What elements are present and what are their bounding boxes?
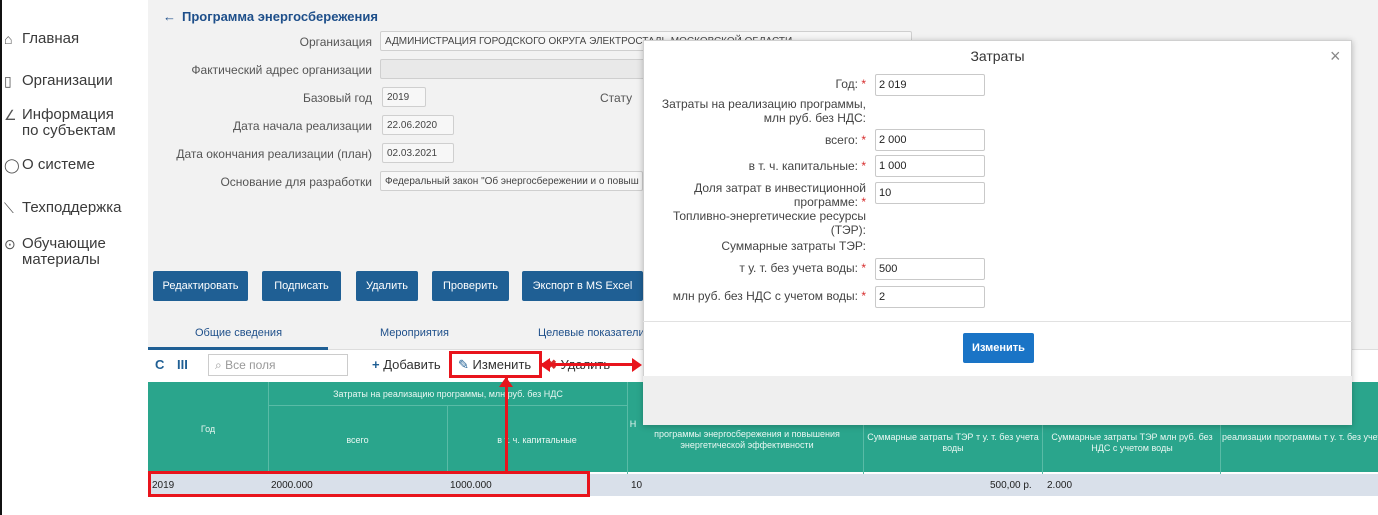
status-label: Стату	[600, 91, 633, 105]
annotation-highlight-change	[449, 351, 542, 378]
ter-heading: Топливно-энергетические ресурсы (ТЭР):	[672, 209, 866, 237]
start-date-label: Дата начала реализации	[232, 119, 372, 133]
refresh-icon[interactable]: C	[155, 357, 164, 372]
building-icon: ▯	[4, 73, 12, 89]
share-label: Доля затрат в инвестиционной программе: …	[694, 181, 866, 209]
cell-share: 10	[631, 480, 643, 491]
back-link[interactable]: ← Программа энергосбережения	[163, 9, 378, 24]
annotation-highlight-row	[148, 471, 590, 497]
sidebar-item-label: Информация по субъектам	[22, 106, 116, 139]
sidebar-item-support[interactable]: ⟍ Техподдержка	[2, 200, 121, 217]
total-input[interactable]: 2 000	[875, 129, 985, 151]
year-input[interactable]: 2 019	[875, 74, 985, 96]
sidebar-item-label: Техподдержка	[22, 199, 122, 216]
add-label: Добавить	[383, 357, 441, 372]
close-icon[interactable]: ×	[1330, 46, 1341, 67]
edit-button[interactable]: Редактировать	[153, 271, 248, 301]
base-year-label: Базовый год	[302, 91, 372, 105]
ter-sum-heading: Суммарные затраты ТЭР:	[721, 239, 866, 253]
header-ter-tut[interactable]: Суммарные затраты ТЭР т у. т. без учета …	[866, 432, 1040, 454]
cell-ter-rub: 2.000	[1047, 480, 1073, 491]
tut-label: т у. т. без учета воды: *	[739, 261, 866, 275]
cell-ter-tut: 500,00 р.	[990, 480, 1032, 491]
tab-measures[interactable]: Мероприятия	[380, 327, 449, 339]
back-link-label: Программа энергосбережения	[182, 9, 378, 24]
sidebar-item-home[interactable]: ⌂ Главная	[2, 30, 80, 48]
rub-label: млн руб. без НДС с учетом воды: *	[672, 289, 866, 303]
modal-footer	[643, 376, 1352, 425]
header-divider	[268, 405, 628, 406]
plus-icon: +	[372, 357, 380, 372]
capital-input[interactable]: 1 000	[875, 155, 985, 177]
delete-button[interactable]: Удалить	[356, 271, 418, 301]
header-costs-group: Затраты на реализацию программы, млн руб…	[333, 389, 563, 399]
sidebar-item-label: Главная	[22, 30, 80, 47]
header-ter-rub[interactable]: Суммарные затраты ТЭР млн руб. без НДС с…	[1045, 432, 1219, 454]
tut-input[interactable]: 500	[875, 258, 985, 280]
modal-title: Затраты	[970, 48, 1025, 64]
total-label: всего: *	[824, 133, 866, 147]
arrow-left-icon: ←	[163, 9, 176, 24]
header-capital[interactable]: в т. ч. капитальные	[447, 435, 627, 446]
basis-label: Основание для разработки	[220, 175, 372, 189]
annotation-arrowhead-up	[499, 377, 513, 387]
modal-submit-button[interactable]: Изменить	[963, 333, 1034, 363]
sidebar-item-subjects[interactable]: ∠ Информация по субъектам	[2, 107, 116, 139]
header-year[interactable]: Год	[148, 424, 268, 435]
address-field[interactable]	[380, 59, 650, 79]
sign-button[interactable]: Подписать	[262, 271, 341, 301]
tab-indicators[interactable]: Целевые показатели	[538, 327, 643, 339]
sidebar-item-learning[interactable]: ⊙ Обучающие материалы	[2, 236, 106, 268]
share-input[interactable]: 10	[875, 182, 985, 204]
support-icon: ⟍	[4, 200, 14, 216]
annotation-arrow-up	[505, 378, 508, 471]
export-excel-button[interactable]: Экспорт в MS Excel	[522, 271, 643, 301]
check-button[interactable]: Проверить	[432, 271, 509, 301]
start-date-field[interactable]: 22.06.2020	[382, 115, 454, 135]
rub-input[interactable]: 2	[875, 286, 985, 308]
sidebar-item-label: О системе	[22, 156, 95, 173]
end-date-field[interactable]: 02.03.2021	[382, 143, 454, 163]
header-total[interactable]: всего	[268, 435, 447, 446]
address-label: Фактический адрес организации	[191, 63, 372, 77]
capital-label: в т. ч. капитальные: *	[748, 159, 866, 173]
sidebar-item-label: Обучающие материалы	[22, 235, 106, 268]
annotation-arrowhead-left	[540, 358, 550, 372]
header-share[interactable]: программы энергосбережения и повышения э…	[632, 429, 862, 451]
tab-general[interactable]: Общие сведения	[195, 327, 282, 339]
end-date-label: Дата окончания реализации (план)	[176, 147, 372, 161]
org-label: Организация	[299, 35, 372, 49]
sidebar-item-label: Организации	[22, 72, 113, 89]
modal-divider	[643, 321, 1352, 322]
costs-heading: Затраты на реализацию программы, млн руб…	[661, 97, 866, 125]
sidebar-item-about[interactable]: ◯ О системе	[2, 157, 95, 174]
sidebar: ⌂ Главная ▯ Организации ∠ Информация по …	[0, 0, 148, 515]
annotation-arrowhead-right	[632, 358, 642, 372]
info-icon: ∠	[4, 107, 17, 123]
add-button[interactable]: + Добавить	[372, 357, 441, 372]
table-row-empty	[148, 496, 1378, 515]
annotation-arrow-right	[542, 363, 634, 366]
base-year-field[interactable]: 2019	[382, 87, 426, 107]
year-label: Год: *	[835, 77, 866, 91]
search-placeholder: Все поля	[225, 358, 276, 372]
basis-field[interactable]: Федеральный закон "Об энергосбережении и…	[380, 171, 643, 191]
about-icon: ◯	[4, 157, 20, 173]
sidebar-item-organizations[interactable]: ▯ Организации	[2, 73, 113, 90]
search-icon: ⌕	[215, 358, 222, 372]
learning-icon: ⊙	[4, 236, 16, 252]
home-icon: ⌂	[4, 31, 13, 47]
search-input[interactable]: ⌕ Все поля	[208, 354, 348, 376]
header-last[interactable]: реализации программы т у. т. без учета в…	[1222, 432, 1378, 443]
columns-icon[interactable]: III	[177, 357, 188, 372]
